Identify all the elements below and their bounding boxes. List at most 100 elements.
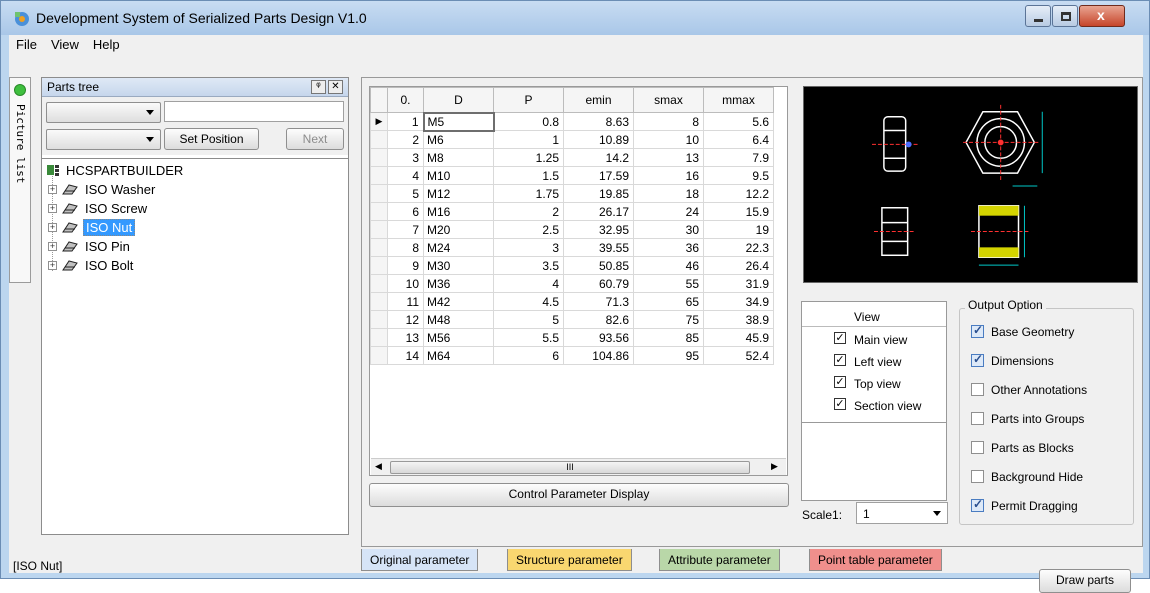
checkbox[interactable]: [971, 412, 984, 425]
table-cell[interactable]: M20: [423, 220, 494, 239]
maximize-button[interactable]: [1052, 5, 1078, 27]
scroll-thumb[interactable]: III: [390, 461, 750, 474]
expand-icon[interactable]: +: [48, 222, 57, 232]
row-indicator[interactable]: [370, 184, 388, 203]
table-cell[interactable]: 9.5: [703, 166, 774, 185]
scroll-right-icon[interactable]: ▶: [771, 461, 778, 472]
row-indicator[interactable]: [370, 328, 388, 347]
menu-help[interactable]: Help: [86, 35, 127, 54]
column-header[interactable]: smax: [633, 87, 704, 113]
table-cell[interactable]: 6.4: [703, 130, 774, 149]
table-cell[interactable]: 26.4: [703, 256, 774, 275]
filter-combo-2[interactable]: [46, 129, 161, 150]
table-cell[interactable]: 52.4: [703, 346, 774, 365]
table-row[interactable]: 2 M6 1 10.89 10 6.4: [370, 130, 774, 149]
table-cell[interactable]: 8: [633, 112, 704, 131]
table-cell[interactable]: 5: [493, 310, 564, 329]
table-cell[interactable]: 10.89: [563, 130, 634, 149]
table-row[interactable]: 8 M24 3 39.55 36 22.3: [370, 238, 774, 257]
table-cell[interactable]: 1: [493, 130, 564, 149]
tab-point-table-parameter[interactable]: Point table parameter: [809, 549, 942, 571]
table-cell[interactable]: 8: [387, 238, 424, 257]
scroll-left-icon[interactable]: ◀: [375, 461, 382, 472]
checkbox[interactable]: [971, 323, 984, 338]
table-cell[interactable]: 7: [387, 220, 424, 239]
table-row[interactable]: 14 M64 6 104.86 95 52.4: [370, 346, 774, 365]
table-cell[interactable]: 4.5: [493, 292, 564, 311]
table-cell[interactable]: 6: [493, 346, 564, 365]
checkbox[interactable]: ✓: [834, 376, 846, 388]
expand-icon[interactable]: +: [48, 241, 57, 251]
table-row[interactable]: 4 M10 1.5 17.59 16 9.5: [370, 166, 774, 185]
menu-file[interactable]: File: [9, 35, 44, 54]
checkbox[interactable]: [971, 383, 984, 396]
checkbox[interactable]: ✓: [834, 332, 846, 344]
tab-structure-parameter[interactable]: Structure parameter: [507, 549, 632, 571]
table-cell[interactable]: 65: [633, 292, 704, 311]
table-cell[interactable]: 55: [633, 274, 704, 293]
table-cell[interactable]: 19.85: [563, 184, 634, 203]
table-cell[interactable]: 31.9: [703, 274, 774, 293]
current-row-arrow-icon[interactable]: ▶: [370, 112, 388, 131]
table-cell[interactable]: 22.3: [703, 238, 774, 257]
table-cell[interactable]: 1.25: [493, 148, 564, 167]
table-cell[interactable]: 16: [633, 166, 704, 185]
table-cell[interactable]: 0.8: [493, 112, 564, 131]
row-indicator[interactable]: [370, 130, 388, 149]
search-input[interactable]: [164, 101, 344, 122]
table-row[interactable]: 3 M8 1.25 14.2 13 7.9: [370, 148, 774, 167]
table-cell[interactable]: 18: [633, 184, 704, 203]
table-row[interactable]: 12 M48 5 82.6 75 38.9: [370, 310, 774, 329]
expand-icon[interactable]: +: [48, 184, 57, 194]
pin-icon[interactable]: ᵠ: [311, 80, 326, 94]
table-cell[interactable]: 1.75: [493, 184, 564, 203]
table-cell[interactable]: 10: [387, 274, 424, 293]
column-header[interactable]: 0.: [387, 87, 424, 113]
tab-attribute-parameter[interactable]: Attribute parameter: [659, 549, 780, 571]
table-cell[interactable]: 3.5: [493, 256, 564, 275]
checkbox[interactable]: ✓: [834, 398, 846, 410]
table-cell[interactable]: 60.79: [563, 274, 634, 293]
table-row[interactable]: 9 M30 3.5 50.85 46 26.4: [370, 256, 774, 275]
table-cell[interactable]: 14.2: [563, 148, 634, 167]
table-cell[interactable]: 5.6: [703, 112, 774, 131]
table-cell[interactable]: M56: [423, 328, 494, 347]
table-cell[interactable]: 3: [387, 148, 424, 167]
table-cell[interactable]: 4: [493, 274, 564, 293]
table-cell[interactable]: 24: [633, 202, 704, 221]
checkbox[interactable]: [971, 470, 984, 483]
table-cell[interactable]: 8.63: [563, 112, 634, 131]
table-cell[interactable]: M16: [423, 202, 494, 221]
table-cell[interactable]: 34.9: [703, 292, 774, 311]
row-indicator[interactable]: [370, 346, 388, 365]
table-cell[interactable]: 1.5: [493, 166, 564, 185]
next-button[interactable]: Next: [286, 128, 344, 150]
table-cell[interactable]: 36: [633, 238, 704, 257]
table-row[interactable]: 10 M36 4 60.79 55 31.9: [370, 274, 774, 293]
checkbox[interactable]: [971, 352, 984, 367]
table-cell[interactable]: 17.59: [563, 166, 634, 185]
table-cell[interactable]: 3: [493, 238, 564, 257]
table-cell[interactable]: M8: [423, 148, 494, 167]
view-row-left[interactable]: ✓ Left view: [802, 350, 946, 372]
table-cell[interactable]: 2: [493, 202, 564, 221]
draw-parts-button[interactable]: Draw parts: [1039, 569, 1131, 593]
table-cell[interactable]: 32.95: [563, 220, 634, 239]
view-row-section[interactable]: ✓ Section view: [802, 394, 946, 416]
table-cell[interactable]: 38.9: [703, 310, 774, 329]
table-cell[interactable]: M36: [423, 274, 494, 293]
table-cell[interactable]: M48: [423, 310, 494, 329]
view-row-top[interactable]: ✓ Top view: [802, 372, 946, 394]
table-cell[interactable]: 82.6: [563, 310, 634, 329]
row-indicator[interactable]: [370, 202, 388, 221]
table-cell[interactable]: 6: [387, 202, 424, 221]
table-cell[interactable]: M42: [423, 292, 494, 311]
table-cell[interactable]: 1: [387, 112, 424, 131]
menu-view[interactable]: View: [44, 35, 86, 54]
row-indicator[interactable]: [370, 166, 388, 185]
tab-original-parameter[interactable]: Original parameter: [361, 549, 479, 571]
table-cell[interactable]: 50.85: [563, 256, 634, 275]
checkbox[interactable]: ✓: [834, 354, 846, 366]
table-cell[interactable]: 10: [633, 130, 704, 149]
table-row[interactable]: 11 M42 4.5 71.3 65 34.9: [370, 292, 774, 311]
